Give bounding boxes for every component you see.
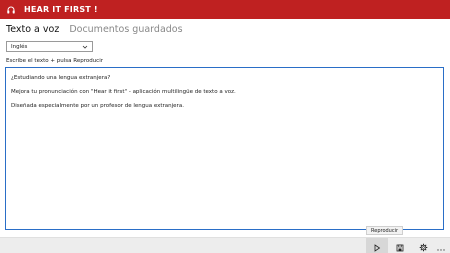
tab-strip: Texto a voz Documentos guardados	[6, 24, 183, 35]
play-icon	[373, 237, 381, 253]
play-button[interactable]	[366, 238, 388, 253]
tab-documentos-guardados[interactable]: Documentos guardados	[69, 24, 182, 35]
gear-icon	[419, 237, 428, 253]
instruction-text: Escribe el texto + pulsa Reproducir	[6, 58, 103, 64]
chevron-down-icon	[82, 44, 88, 50]
editor-paragraph: Diseñada especialmente por un profesor d…	[11, 103, 184, 109]
play-tooltip: Reproducir	[366, 226, 404, 235]
editor-paragraph: Mejora tu pronunciación con "Hear it fir…	[11, 89, 236, 95]
save-icon	[396, 237, 404, 253]
text-input-area[interactable]: ¿Estudiando una lengua extranjera? Mejor…	[5, 67, 444, 230]
editor-paragraph: ¿Estudiando una lengua extranjera?	[11, 75, 111, 81]
more-icon	[436, 237, 446, 253]
language-select[interactable]: Inglés	[6, 41, 93, 52]
save-button[interactable]	[389, 238, 411, 253]
headphones-icon	[6, 5, 16, 15]
command-bar	[0, 237, 450, 253]
title-bar: HEAR IT FIRST !	[0, 0, 450, 19]
more-button[interactable]	[430, 238, 450, 253]
language-select-value: Inglés	[11, 43, 28, 50]
app-window: HEAR IT FIRST ! Texto a voz Documentos g…	[0, 0, 450, 253]
tab-texto-a-voz[interactable]: Texto a voz	[6, 24, 59, 35]
app-title: HEAR IT FIRST !	[24, 5, 98, 14]
